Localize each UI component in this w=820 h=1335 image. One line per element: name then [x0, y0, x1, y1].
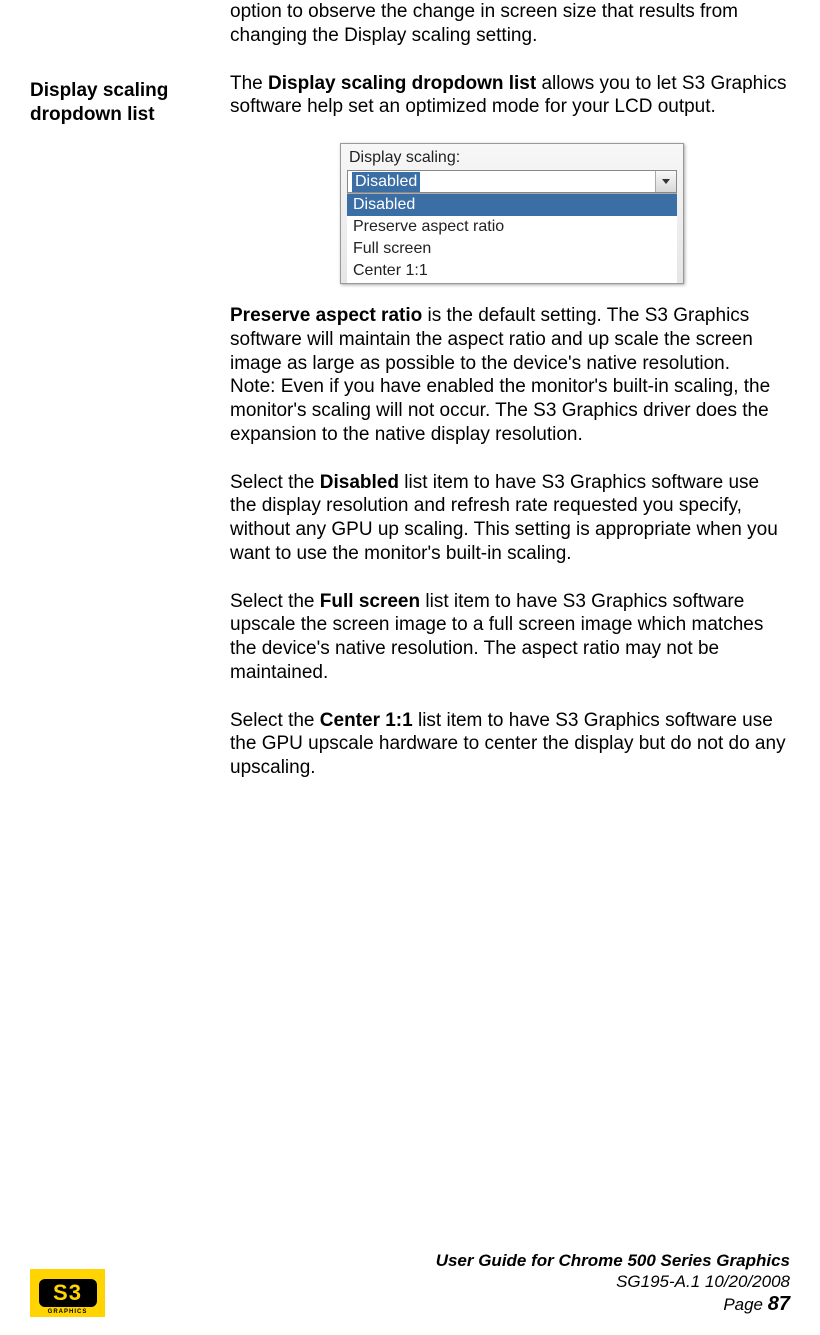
footer-page-label: Page [723, 1295, 767, 1314]
footer-docid: SG195-A.1 10/20/2008 [436, 1271, 790, 1292]
para-dropdown-desc: The Display scaling dropdown list allows… [230, 72, 790, 120]
footer-title: User Guide for Chrome 500 Series Graphic… [436, 1250, 790, 1271]
para-preserve: Preserve aspect ratio is the default set… [230, 304, 790, 375]
text: Select the [230, 591, 320, 612]
dropdown-item[interactable]: Center 1:1 [347, 260, 677, 282]
dropdown-selected[interactable]: Disabled [347, 170, 677, 193]
chevron-down-icon[interactable] [655, 171, 676, 192]
para-preserve-note: Note: Even if you have enabled the monit… [230, 375, 790, 446]
text: Select the [230, 710, 320, 731]
sidebar-heading: Display scaling dropdown list [30, 79, 220, 127]
dropdown-item[interactable]: Disabled [347, 194, 677, 216]
logo-text: S3 [39, 1279, 97, 1307]
text-bold: Center 1:1 [320, 710, 413, 731]
dropdown-control: Display scaling: Disabled Disabled Prese… [340, 143, 684, 284]
dropdown-label: Display scaling: [341, 144, 683, 169]
dropdown-item[interactable]: Preserve aspect ratio [347, 216, 677, 238]
text-bold: Preserve aspect ratio [230, 305, 422, 326]
intro-paragraph: option to observe the change in screen s… [230, 0, 790, 48]
text: The [230, 73, 268, 94]
para-disabled: Select the Disabled list item to have S3… [230, 471, 790, 566]
text-bold: Disabled [320, 472, 399, 493]
text: Select the [230, 472, 320, 493]
para-center: Select the Center 1:1 list item to have … [230, 709, 790, 780]
dropdown-list: Disabled Preserve aspect ratio Full scre… [347, 193, 677, 283]
dropdown-selected-text: Disabled [352, 172, 420, 192]
dropdown-item[interactable]: Full screen [347, 238, 677, 260]
dropdown-screenshot: Display scaling: Disabled Disabled Prese… [340, 143, 790, 284]
para-fullscreen: Select the Full screen list item to have… [230, 590, 790, 685]
page-footer: S3 GRAPHICS User Guide for Chrome 500 Se… [0, 1250, 820, 1318]
text-bold: Full screen [320, 591, 420, 612]
logo-subtext: GRAPHICS [48, 1309, 88, 1317]
footer-page-number: 87 [768, 1293, 790, 1315]
text-bold: Display scaling dropdown list [268, 73, 536, 94]
s3-logo: S3 GRAPHICS [30, 1269, 105, 1317]
